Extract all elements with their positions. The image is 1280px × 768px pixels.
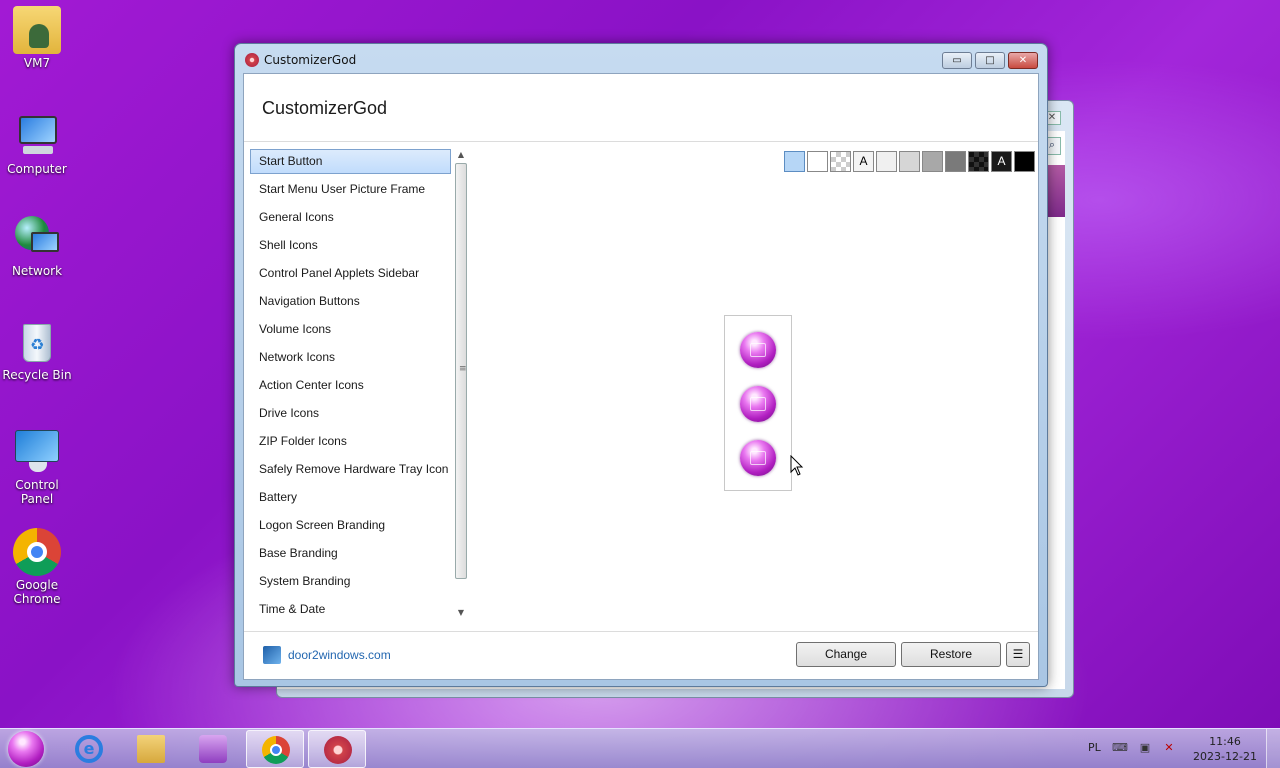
background-window-banner [1045,165,1065,217]
taskbar-customizergod[interactable] [308,730,366,768]
swatch-light-gray[interactable] [899,151,920,172]
scroll-up-arrow-icon[interactable]: ▲ [454,149,468,161]
menu-button[interactable]: ☰ [1006,642,1030,667]
list-item[interactable]: Shell Icons [250,233,451,258]
language-indicator[interactable]: PL [1088,741,1101,754]
desktop-icon-control-panel[interactable]: Control Panel [2,428,72,506]
desktop-icon-network[interactable]: Network [2,214,72,278]
swatch-white[interactable] [807,151,828,172]
list-item[interactable]: Battery [250,485,451,510]
swatch-dark-gray[interactable] [945,151,966,172]
desktop-icon-label: VM7 [23,56,51,70]
swatch-dark-checker[interactable] [968,151,989,172]
change-button[interactable]: Change [796,642,896,667]
swatch-light-blue[interactable] [784,151,805,172]
maximize-button[interactable]: □ [975,52,1005,69]
door2windows-link[interactable]: door2windows.com [288,648,391,662]
start-button[interactable] [8,731,44,767]
internet-explorer-icon: e [75,735,103,763]
start-orb-normal-icon [740,332,776,368]
window-client: CustomizerGod Start Button Start Menu Us… [243,73,1039,680]
mouse-cursor-icon [790,455,804,476]
list-item[interactable]: Navigation Buttons [250,289,451,314]
app-heading: CustomizerGod [262,98,388,118]
list-item[interactable]: Start Menu User Picture Frame [250,177,451,202]
list-item[interactable]: System Branding [250,569,451,594]
network-tray-icon[interactable]: ▣ [1138,742,1152,754]
swatch-very-light-gray[interactable] [876,151,897,172]
volume-muted-icon[interactable]: ✕ [1162,742,1176,754]
app-header: CustomizerGod [244,74,1038,142]
desktop-icon-computer[interactable]: Computer [2,112,72,176]
swatch-black[interactable] [1014,151,1035,172]
close-button[interactable]: ✕ [1008,52,1038,69]
category-list: Start Button Start Menu User Picture Fra… [250,149,468,629]
taskbar-google-chrome[interactable] [246,730,304,768]
list-item[interactable]: Time & Date [250,597,451,622]
list-item-start-button[interactable]: Start Button [250,149,451,174]
list-item[interactable]: Base Branding [250,541,451,566]
control-panel-icon [13,428,61,476]
user-folder-icon [13,6,61,54]
customizergod-gear-icon [324,736,352,764]
recycle-bin-icon [13,318,61,366]
list-scrollbar[interactable]: ▲ ≡ ▼ [454,149,468,619]
scroll-thumb[interactable]: ≡ [455,163,467,579]
desktop-icon-google-chrome[interactable]: Google Chrome [2,528,72,606]
desktop-icon-vm7[interactable]: VM7 [2,6,72,70]
window-title: CustomizerGod [264,53,357,67]
taskbar-windows-explorer[interactable] [122,730,180,768]
app-gear-icon [245,53,259,67]
taskbar-media-center[interactable] [184,730,242,768]
footer-bar: door2windows.com Change Restore ☰ [244,631,1038,681]
minimize-button[interactable]: ▭ [942,52,972,69]
computer-icon [13,112,61,160]
desktop-icon-label: Control Panel [15,478,59,506]
door2windows-logo-icon [263,646,281,664]
start-button-preview [724,315,792,491]
media-icon [199,735,227,763]
clock[interactable]: 11:46 2023-12-21 [1190,734,1260,764]
title-bar[interactable]: CustomizerGod ▭ □ ✕ [235,44,1047,74]
taskbar: e PL ⌨ ▣ ✕ 11:46 2023-12-21 [0,728,1280,768]
grip-icon: ≡ [459,364,467,374]
desktop-icon-label: Network [11,264,63,278]
desktop-icon-recycle-bin[interactable]: Recycle Bin [2,318,72,382]
list-item[interactable]: ZIP Folder Icons [250,429,451,454]
list-item[interactable]: General Icons [250,205,451,230]
swatch-dark-text[interactable]: A [991,151,1012,172]
clock-time: 11:46 [1209,735,1241,748]
customizergod-window: CustomizerGod ▭ □ ✕ CustomizerGod Start … [234,43,1048,687]
network-icon [13,214,61,262]
desktop-icon-label: Computer [7,162,67,176]
list-item[interactable]: Drive Icons [250,401,451,426]
restore-button[interactable]: Restore [901,642,1001,667]
list-item[interactable]: Action Center Icons [250,373,451,398]
scroll-down-arrow-icon[interactable]: ▼ [454,607,468,619]
list-item[interactable]: Logon Screen Branding [250,513,451,538]
list-item[interactable]: Safely Remove Hardware Tray Icon [250,457,451,482]
chrome-icon [13,528,61,576]
keyboard-icon[interactable]: ⌨ [1112,742,1128,754]
desktop-icon-label: Recycle Bin [2,368,72,382]
list-item[interactable]: Network Icons [250,345,451,370]
start-orb-hover-icon [740,386,776,422]
taskbar-internet-explorer[interactable]: e [60,730,118,768]
list-item[interactable]: Volume Icons [250,317,451,342]
folder-icon [137,735,165,763]
start-orb-pressed-icon [740,440,776,476]
desktop-icon-label: Google Chrome [13,578,61,606]
swatch-gray[interactable] [922,151,943,172]
clock-date: 2023-12-21 [1193,750,1257,763]
list-item[interactable]: Control Panel Applets Sidebar [250,261,451,286]
show-desktop-button[interactable] [1266,729,1280,768]
swatch-checker[interactable] [830,151,851,172]
chrome-icon [262,736,290,764]
swatch-light-text[interactable]: A [853,151,874,172]
